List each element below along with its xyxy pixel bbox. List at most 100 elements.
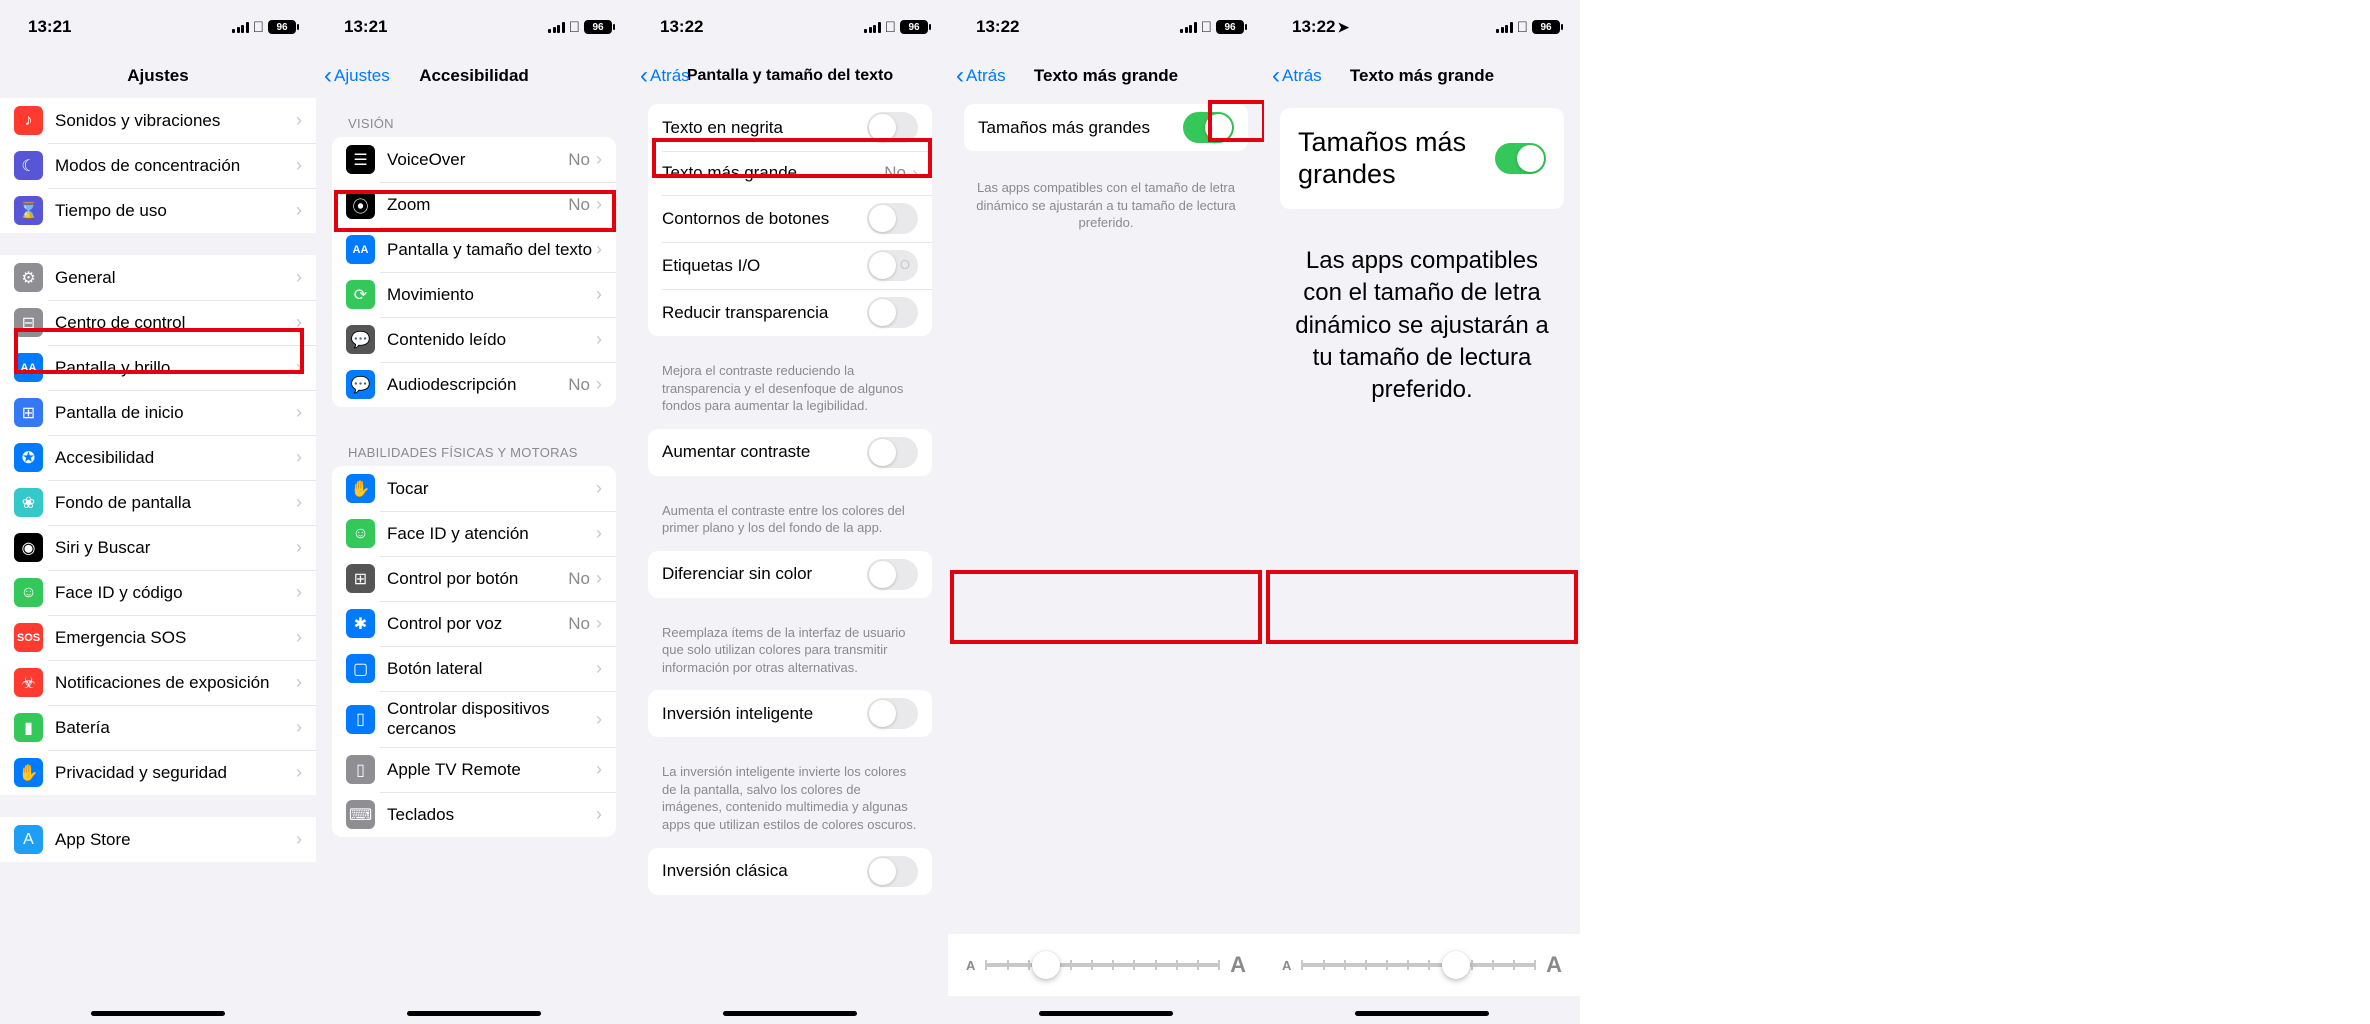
row-face-id-y-c-digo[interactable]: ☺Face ID y código›: [0, 570, 316, 615]
row-pantalla-y-brillo[interactable]: AAPantalla y brillo›: [0, 345, 316, 390]
slider-track[interactable]: [1301, 963, 1536, 967]
row-tamanos-mas-grandes[interactable]: Tamaños más grandes: [1280, 108, 1564, 209]
toggle[interactable]: [867, 559, 918, 590]
row-privacidad-y-seguridad[interactable]: ✋Privacidad y seguridad›: [0, 750, 316, 795]
row-fondo-de-pantalla[interactable]: ❀Fondo de pantalla›: [0, 480, 316, 525]
row-controlar-dispositivos-cercanos[interactable]: ▯Controlar dispositivos cercanos›: [332, 691, 616, 747]
toggle[interactable]: [867, 856, 918, 887]
row-contenido-le-do[interactable]: 💬Contenido leído›: [332, 317, 616, 362]
toggle[interactable]: [867, 112, 918, 143]
status-time: 13:22: [660, 17, 703, 37]
toggle-tamanos-grandes[interactable]: [1495, 143, 1546, 174]
text-size-slider[interactable]: A A: [948, 934, 1264, 996]
row-accesibilidad[interactable]: ✪Accesibilidad›: [0, 435, 316, 480]
row-inversi-n-inteligente[interactable]: Inversión inteligente: [648, 690, 932, 737]
back-button[interactable]: ‹Ajustes: [324, 64, 390, 88]
row-texto-en-negrita[interactable]: Texto en negrita: [648, 104, 932, 151]
chevron-right-icon: ›: [296, 717, 302, 738]
slider-knob[interactable]: [1442, 951, 1470, 979]
row-label: Contornos de botones: [662, 209, 867, 229]
row-texto-m-s-grande[interactable]: Texto más grandeNo›: [648, 151, 932, 195]
battery-icon: 96: [1532, 20, 1560, 34]
row-pantalla-de-inicio[interactable]: ⊞Pantalla de inicio›: [0, 390, 316, 435]
back-button[interactable]: ‹Atrás: [1272, 64, 1322, 88]
row-label: Pantalla de inicio: [55, 403, 296, 423]
row-face-id-y-atenci-n[interactable]: ☺Face ID y atención›: [332, 511, 616, 556]
row-tiempo-de-uso[interactable]: ⌛Tiempo de uso›: [0, 188, 316, 233]
row-voiceover[interactable]: ☰VoiceOverNo›: [332, 137, 616, 182]
row-movimiento[interactable]: ⟳Movimiento›: [332, 272, 616, 317]
back-button[interactable]: ‹Atrás: [640, 64, 690, 88]
row-siri-y-buscar[interactable]: ◉Siri y Buscar›: [0, 525, 316, 570]
row-app-store[interactable]: AApp Store›: [0, 817, 316, 862]
nav-bar: ‹Atrás Texto más grande: [948, 54, 1264, 98]
text-size-slider[interactable]: A A: [1264, 934, 1580, 996]
slider-knob[interactable]: [1032, 951, 1060, 979]
toggle[interactable]: [867, 250, 918, 281]
row-audiodescripci-n[interactable]: 💬AudiodescripciónNo›: [332, 362, 616, 407]
row-icon: ⊟: [14, 308, 43, 337]
nav-bar: ‹Atrás Pantalla y tamaño del texto: [632, 54, 948, 98]
row-emergencia-sos[interactable]: SOSEmergencia SOS›: [0, 615, 316, 660]
row-control-por-voz[interactable]: ✱Control por vozNo›: [332, 601, 616, 646]
page-title: Accesibilidad: [419, 66, 529, 86]
toggle[interactable]: [867, 437, 918, 468]
footnote: Aumenta el contraste entre los colores d…: [632, 496, 948, 551]
row-icon: AA: [14, 353, 43, 382]
chevron-right-icon: ›: [296, 155, 302, 176]
slider-max-icon: A: [1546, 952, 1562, 978]
toggle[interactable]: [867, 297, 918, 328]
row-control-por-bot-n[interactable]: ⊞Control por botónNo›: [332, 556, 616, 601]
status-bar: 13:21 􀙇 96: [0, 0, 316, 54]
panel-accesibilidad: 13:21 􀙇 96 ‹Ajustes Accesibilidad VISIÓN…: [316, 0, 632, 1024]
row-sonidos-y-vibraciones[interactable]: ♪Sonidos y vibraciones›: [0, 98, 316, 143]
row-label: Apple TV Remote: [387, 760, 596, 780]
row-icon: ✋: [14, 758, 43, 787]
toggle[interactable]: [867, 203, 918, 234]
row-centro-de-control[interactable]: ⊟Centro de control›: [0, 300, 316, 345]
row-label: Fondo de pantalla: [55, 493, 296, 513]
row-icon: ✋: [346, 474, 375, 503]
back-button[interactable]: ‹Atrás: [956, 64, 1006, 88]
status-time: 13:22: [976, 17, 1019, 37]
row-teclados[interactable]: ⌨Teclados›: [332, 792, 616, 837]
row-inversi-n-cl-sica[interactable]: Inversión clásica: [648, 848, 932, 895]
row-label: Zoom: [387, 195, 568, 215]
row-tocar[interactable]: ✋Tocar›: [332, 466, 616, 511]
row-icon: SOS: [14, 623, 43, 652]
toggle-tamanos-grandes[interactable]: [1183, 112, 1234, 143]
home-indicator: [1355, 1011, 1489, 1016]
battery-icon: 96: [584, 20, 612, 34]
signal-icon: [1180, 21, 1197, 33]
row-label: Tiempo de uso: [55, 201, 296, 221]
status-icons: 􀙇 96: [232, 19, 296, 36]
row-icon: ◉: [14, 533, 43, 562]
row-reducir-transparencia[interactable]: Reducir transparencia: [648, 289, 932, 336]
row-notificaciones-de-exposici-n[interactable]: ☣Notificaciones de exposición›: [0, 660, 316, 705]
row-bater-a[interactable]: ▮Batería›: [0, 705, 316, 750]
row-icon: ⌨: [346, 800, 375, 829]
row-zoom[interactable]: ⦿ZoomNo›: [332, 182, 616, 227]
row-value: No: [568, 614, 590, 634]
row-etiquetas-i-o[interactable]: Etiquetas I/O: [648, 242, 932, 289]
row-aumentar-contraste[interactable]: Aumentar contraste: [648, 429, 932, 476]
row-label: Pantalla y brillo: [55, 358, 296, 378]
chevron-right-icon: ›: [296, 672, 302, 693]
row-modos-de-concentraci-n[interactable]: ☾Modos de concentración›: [0, 143, 316, 188]
row-contornos-de-botones[interactable]: Contornos de botones: [648, 195, 932, 242]
slider-track[interactable]: [985, 963, 1220, 967]
row-diferenciar-sin-color[interactable]: Diferenciar sin color: [648, 551, 932, 598]
row-icon: ⟳: [346, 280, 375, 309]
row-pantalla-y-tama-o-del-texto[interactable]: AAPantalla y tamaño del texto›: [332, 227, 616, 272]
row-tamanos-mas-grandes[interactable]: Tamaños más grandes: [964, 104, 1248, 151]
chevron-right-icon: ›: [912, 163, 918, 184]
status-time: 13:22➤: [1292, 17, 1349, 37]
chevron-right-icon: ›: [596, 759, 602, 780]
signal-icon: [232, 21, 249, 33]
row-label: Contenido leído: [387, 330, 596, 350]
row-apple-tv-remote[interactable]: ▯Apple TV Remote›: [332, 747, 616, 792]
row-general[interactable]: ⚙General›: [0, 255, 316, 300]
row-bot-n-lateral[interactable]: ▢Botón lateral›: [332, 646, 616, 691]
toggle[interactable]: [867, 698, 918, 729]
status-bar: 13:22 􀙇 96: [632, 0, 948, 54]
